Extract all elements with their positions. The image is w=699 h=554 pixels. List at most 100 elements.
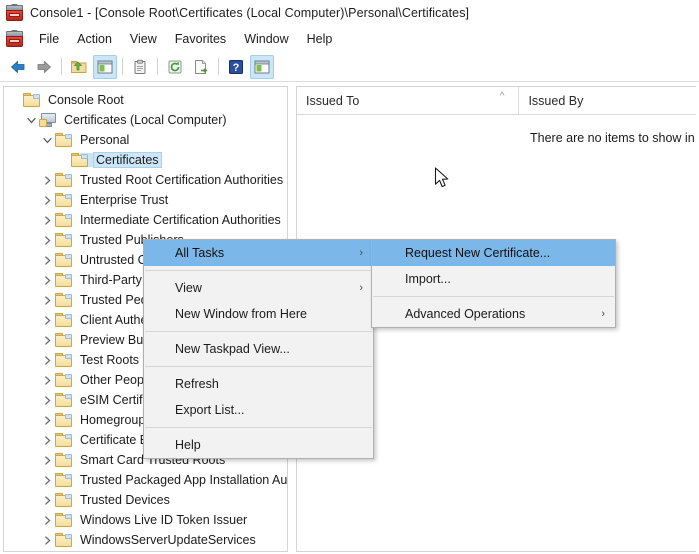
tree-node-windowsserverupdateservices[interactable]: WindowsServerUpdateServices [4, 530, 287, 550]
tree-node-windows-live-id-token-issuer[interactable]: Windows Live ID Token Issuer [4, 510, 287, 530]
refresh-button[interactable] [163, 55, 187, 79]
chevron-right-icon [44, 195, 51, 205]
chevron-right-toggle[interactable] [39, 170, 55, 190]
chevron-right-toggle[interactable] [39, 510, 55, 530]
menu-help[interactable]: Help [298, 30, 342, 48]
context-menu[interactable]: All Tasks › View › New Window from Here New T… [143, 239, 374, 459]
column-issued-by[interactable]: Issued By [518, 87, 696, 115]
menu-item-label: View [175, 281, 202, 295]
chevron-down-icon [42, 137, 52, 143]
tree-node-label: Trusted Packaged App Installation Author… [80, 473, 288, 487]
help-icon: ? [229, 59, 243, 74]
folder-icon [55, 273, 73, 287]
tree-node-label: Trusted Root Certification Authorities [80, 173, 284, 187]
context-menu-item-new-taskpad-view[interactable]: New Taskpad View... [144, 336, 373, 362]
back-button[interactable] [6, 55, 30, 79]
tree-node-icon-wrap [55, 133, 78, 147]
tree-node-trusted-packaged-app-installation-authorities[interactable]: Trusted Packaged App Installation Author… [4, 470, 287, 490]
tree-node-personal[interactable]: Personal [4, 130, 287, 150]
context-menu-separator [145, 331, 372, 332]
menu-item-label: New Taskpad View... [175, 342, 290, 356]
tree-node-trusted-devices[interactable]: Trusted Devices [4, 490, 287, 510]
context-menu-separator [145, 270, 372, 271]
tree-node-icon-wrap [55, 393, 78, 407]
tree-node-icon-wrap [55, 213, 78, 227]
chevron-right-toggle[interactable] [39, 210, 55, 230]
folder-icon [55, 133, 73, 147]
menu-window[interactable]: Window [235, 30, 297, 48]
context-menu-item-help[interactable]: Help [144, 432, 373, 458]
chevron-right-toggle[interactable] [39, 250, 55, 270]
chevron-right-toggle[interactable] [39, 310, 55, 330]
tree-node-intermediate-certification-authorities[interactable]: Intermediate Certification Authorities [4, 210, 287, 230]
menu-view[interactable]: View [121, 30, 166, 48]
title-bar: Console1 - [Console Root\Certificates (L… [0, 0, 699, 26]
chevron-right-toggle[interactable] [39, 350, 55, 370]
tree-node-icon-wrap [71, 153, 94, 167]
tree-node-certificates[interactable]: Certificates [4, 150, 287, 170]
tree-node-certificates-local-computer[interactable]: Certificates (Local Computer) [4, 110, 287, 130]
context-menu-item-export-list[interactable]: Export List... [144, 397, 373, 423]
menu-file[interactable]: File [30, 30, 68, 48]
system-menu-icon[interactable] [6, 30, 23, 47]
chevron-right-icon [44, 215, 51, 225]
context-menu-item-all-tasks[interactable]: All Tasks › [144, 240, 373, 266]
chevron-right-icon [44, 515, 51, 525]
tree-node-icon-wrap [55, 493, 78, 507]
submenu-item-import[interactable]: Import... [372, 266, 615, 292]
tree-node-icon-wrap [55, 193, 78, 207]
back-icon [10, 60, 25, 73]
menu-item-label: Import... [405, 272, 451, 286]
chevron-right-toggle[interactable] [39, 430, 55, 450]
chevron-right-icon [44, 455, 51, 465]
tree-twisty-empty [7, 90, 23, 110]
tree-node-label: Certificates [93, 152, 162, 168]
chevron-right-toggle[interactable] [39, 490, 55, 510]
chevron-down-toggle[interactable] [23, 110, 39, 130]
up-one-level-button[interactable] [67, 55, 91, 79]
chevron-right-toggle[interactable] [39, 390, 55, 410]
chevron-right-toggle[interactable] [39, 270, 55, 290]
chevron-right-toggle[interactable] [39, 370, 55, 390]
menu-favorites[interactable]: Favorites [166, 30, 235, 48]
submenu-item-request-new-certificate[interactable]: Request New Certificate... [372, 240, 615, 266]
chevron-right-toggle[interactable] [39, 470, 55, 490]
toolbar-separator-3 [157, 58, 158, 75]
chevron-right-toggle[interactable] [39, 330, 55, 350]
show-hide-console-tree-button[interactable] [93, 54, 117, 79]
chevron-right-icon [44, 175, 51, 185]
tree-node-icon-wrap [55, 413, 78, 427]
folder-icon [55, 473, 73, 487]
empty-list-message: There are no items to show in th [530, 131, 696, 145]
chevron-right-toggle[interactable] [39, 450, 55, 470]
sort-ascending-icon: ^ [499, 90, 505, 102]
chevron-down-toggle[interactable] [39, 130, 55, 150]
chevron-right-toggle[interactable] [39, 410, 55, 430]
context-menu-item-refresh[interactable]: Refresh [144, 371, 373, 397]
chevron-right-toggle[interactable] [39, 530, 55, 550]
toolbar-separator-2 [122, 58, 123, 75]
all-tasks-submenu[interactable]: Request New Certificate... Import... Advan… [371, 239, 616, 328]
chevron-right-icon [44, 375, 51, 385]
properties-button[interactable] [128, 55, 152, 79]
tree-node-trusted-root-certification-authorities[interactable]: Trusted Root Certification Authorities [4, 170, 287, 190]
tree-node-enterprise-trust[interactable]: Enterprise Trust [4, 190, 287, 210]
chevron-right-toggle[interactable] [39, 290, 55, 310]
help-button[interactable]: ? [224, 55, 248, 79]
forward-button[interactable] [32, 55, 56, 79]
context-menu-item-view[interactable]: View › [144, 275, 373, 301]
folder-icon [23, 93, 41, 107]
forward-icon [37, 60, 52, 73]
chevron-right-toggle[interactable] [39, 230, 55, 250]
submenu-item-advanced-operations[interactable]: Advanced Operations › [372, 301, 615, 327]
show-action-pane-button[interactable] [250, 54, 274, 79]
menu-action[interactable]: Action [68, 30, 121, 48]
chevron-right-toggle[interactable] [39, 190, 55, 210]
column-issued-to[interactable]: Issued To ^ [297, 87, 518, 115]
export-list-button[interactable] [189, 55, 213, 79]
context-menu-item-new-window-from-here[interactable]: New Window from Here [144, 301, 373, 327]
folder-icon [55, 213, 73, 227]
folder-icon [55, 493, 73, 507]
tree-node-console-root[interactable]: Console Root [4, 90, 287, 110]
folder-icon [71, 153, 89, 167]
